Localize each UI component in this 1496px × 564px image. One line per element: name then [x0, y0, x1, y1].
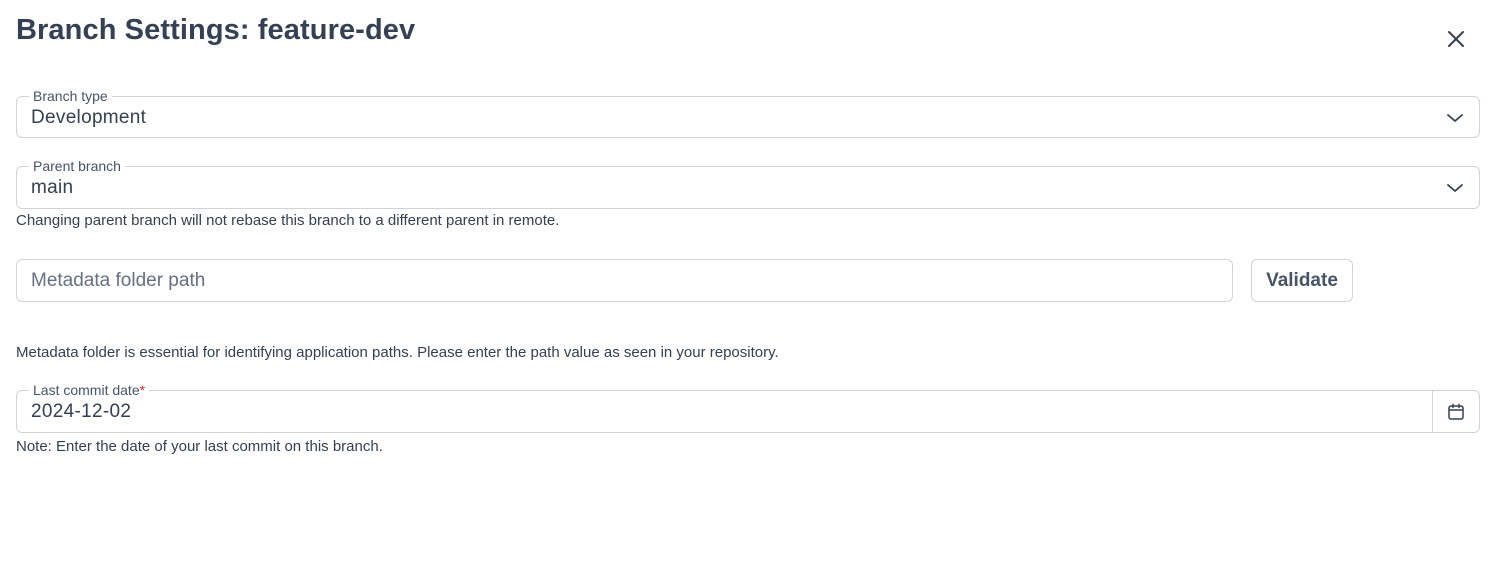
required-marker: *: [139, 382, 146, 398]
calendar-button[interactable]: [1432, 391, 1479, 432]
close-button[interactable]: [1441, 24, 1471, 54]
dialog-title: Branch Settings: feature-dev: [16, 14, 416, 46]
validate-button[interactable]: Validate: [1251, 259, 1353, 302]
last-commit-date-label: Last commit date*: [29, 382, 150, 398]
parent-branch-help: Changing parent branch will not rebase t…: [16, 212, 560, 229]
parent-branch-select[interactable]: Parent branch main: [16, 158, 1480, 209]
parent-branch-value: main: [31, 177, 74, 198]
branch-type-value: Development: [31, 107, 147, 128]
parent-branch-label: Parent branch: [29, 158, 125, 174]
close-icon: [1448, 31, 1464, 47]
metadata-help: Metadata folder is essential for identif…: [16, 344, 779, 361]
chevron-down-icon[interactable]: [1445, 108, 1465, 128]
branch-settings-dialog: Branch Settings: feature-dev Branch type…: [0, 0, 1496, 564]
branch-type-label: Branch type: [29, 88, 112, 104]
calendar-icon: [1448, 403, 1464, 420]
branch-type-select[interactable]: Branch type Development: [16, 88, 1480, 138]
chevron-down-icon[interactable]: [1445, 178, 1465, 198]
metadata-folder-input[interactable]: [16, 259, 1233, 302]
last-commit-help: Note: Enter the date of your last commit…: [16, 438, 383, 455]
last-commit-date-field[interactable]: Last commit date* 2024-12-02: [16, 382, 1480, 433]
last-commit-date-value[interactable]: 2024-12-02: [31, 401, 131, 423]
